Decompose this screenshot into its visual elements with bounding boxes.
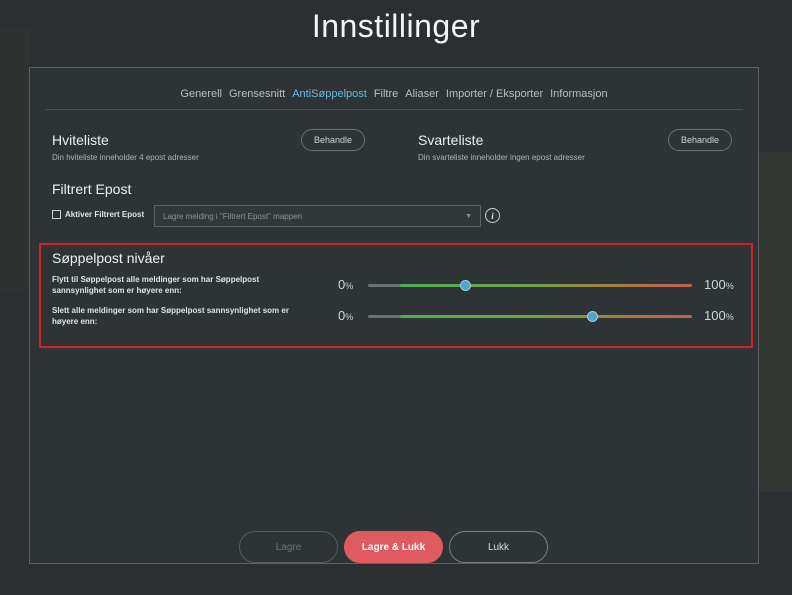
slider-label-move: Flytt til Søppelpost alle meldinger som … — [52, 275, 260, 295]
tab-grensesnitt[interactable]: Grensesnitt — [229, 88, 285, 100]
whitelist-subtitle: Din hviteliste inneholder 4 epost adress… — [52, 153, 199, 162]
blacklist-title: Svarteliste — [418, 132, 484, 148]
filtered-checkbox[interactable] — [52, 210, 61, 219]
slider-thumb-delete[interactable] — [586, 311, 598, 322]
spam-levels-highlight: Søppelpost nivåer Flytt til Søppelpost a… — [39, 243, 753, 348]
save-button[interactable]: Lagre — [239, 531, 338, 563]
filtered-checkbox-label[interactable]: Aktiver Filtrert Epost — [65, 210, 144, 219]
tab-aliaser[interactable]: Aliaser — [405, 88, 439, 100]
settings-tabs: Generell Grensesnitt AntiSøppelpost Filt… — [45, 78, 743, 110]
slider-max-move: 100% — [704, 277, 734, 292]
whitelist-title: Hviteliste — [52, 132, 109, 148]
slider-label-delete: Slett alle meldinger som har Søppelpost … — [52, 306, 289, 326]
tab-importer-eksporter[interactable]: Importer / Eksporter — [446, 88, 543, 100]
tab-informasjon[interactable]: Informasjon — [550, 88, 607, 100]
whitelist-manage-button[interactable]: Behandle — [301, 129, 365, 151]
tab-filtre[interactable]: Filtre — [374, 88, 398, 100]
slider-track-delete[interactable] — [368, 311, 692, 322]
slider-min-move: 0% — [338, 277, 354, 292]
chevron-down-icon: ▼ — [465, 212, 472, 220]
settings-panel: Generell Grensesnitt AntiSøppelpost Filt… — [29, 67, 759, 564]
slider-track-move[interactable] — [368, 280, 692, 291]
blacklist-manage-button[interactable]: Behandle — [668, 129, 732, 151]
background-content-block — [0, 30, 30, 290]
filtered-title: Filtrert Epost — [52, 181, 132, 197]
slider-min-delete: 0% — [338, 308, 354, 323]
filtered-checkbox-row[interactable]: Aktiver Filtrert Epost — [52, 210, 144, 219]
slider-thumb-move[interactable] — [460, 280, 472, 291]
tab-antisoppelpost[interactable]: AntiSøppelpost — [292, 88, 367, 100]
page-title: Innstillinger — [311, 8, 481, 44]
close-button[interactable]: Lukk — [449, 531, 548, 563]
filtered-action-select[interactable]: Lagre melding i "Filtrert Epost" mappen … — [154, 205, 481, 227]
slider-max-delete: 100% — [704, 308, 734, 323]
save-close-button[interactable]: Lagre & Lukk — [344, 531, 443, 563]
tab-generell[interactable]: Generell — [180, 88, 222, 100]
filtered-select-value: Lagre melding i "Filtrert Epost" mappen — [163, 211, 303, 221]
spam-levels-title: Søppelpost nivåer — [52, 250, 165, 266]
info-icon[interactable]: i — [485, 208, 500, 223]
blacklist-subtitle: Din svarteliste inneholder ingen epost a… — [418, 153, 585, 162]
